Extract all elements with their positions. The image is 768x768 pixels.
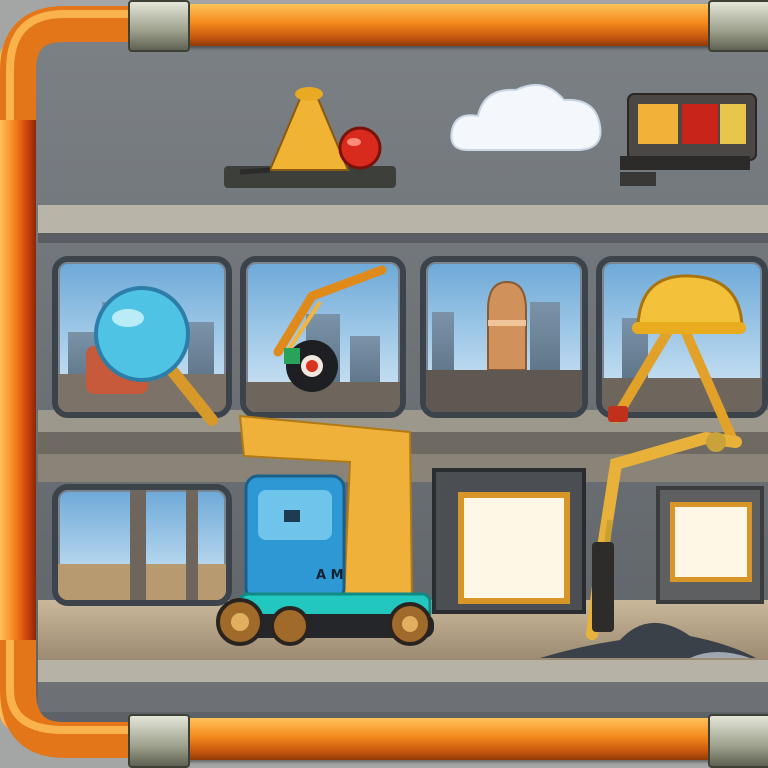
- pipe-clamp: [708, 0, 768, 52]
- bottom-pipe: [150, 718, 740, 760]
- rubble-pile-icon: [540, 622, 756, 658]
- blank-panel[interactable]: [458, 492, 570, 604]
- bulldozer-icon[interactable]: [210, 414, 446, 654]
- pipe-clamp: [708, 714, 768, 768]
- observatory-tower-icon: [487, 280, 527, 370]
- hard-hat-tripod-icon[interactable]: [592, 268, 752, 448]
- construction-game-board: A M: [0, 0, 768, 768]
- top-pipe: [150, 4, 740, 46]
- control-panel-icon[interactable]: [616, 90, 764, 190]
- pipe-clamp: [128, 714, 190, 768]
- magnifier-icon[interactable]: [84, 284, 224, 434]
- door-frame: [432, 468, 586, 614]
- pipe-clamp: [128, 0, 190, 52]
- crane-arm-icon[interactable]: [262, 262, 392, 402]
- hard-hat-cone-icon[interactable]: [220, 86, 400, 196]
- red-button-icon: [338, 126, 382, 170]
- window-5: [52, 484, 232, 606]
- machine-label: A M: [316, 568, 344, 583]
- cloud-icon: [450, 83, 602, 151]
- left-pipe: [0, 40, 36, 730]
